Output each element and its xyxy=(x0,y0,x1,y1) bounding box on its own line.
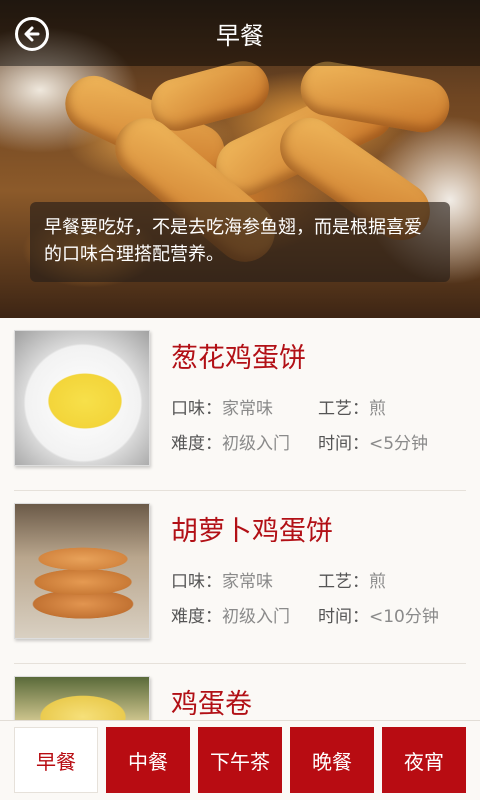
meal-tab-bar: 早餐 中餐 下午茶 晚餐 夜宵 xyxy=(0,720,480,800)
recipe-list[interactable]: 葱花鸡蛋饼 口味：家常味 工艺：煎 难度：初级入门 时间：<5分钟 胡萝卜鸡蛋饼… xyxy=(0,318,480,720)
recipe-thumbnail xyxy=(14,330,150,466)
difficulty-label: 难度： xyxy=(171,607,222,627)
recipe-thumbnail xyxy=(14,676,150,720)
time-value: <10分钟 xyxy=(369,607,439,627)
recipe-meta-row: 难度：初级入门 时间：<10分钟 xyxy=(171,602,439,627)
tab-lunch[interactable]: 中餐 xyxy=(106,727,190,793)
recipe-name: 鸡蛋卷 xyxy=(171,689,252,720)
taste-value: 家常味 xyxy=(222,399,273,419)
title-bar: 早餐 xyxy=(0,0,480,66)
recipe-name: 胡萝卜鸡蛋饼 xyxy=(171,516,333,547)
page-title: 早餐 xyxy=(216,22,264,50)
taste-value: 家常味 xyxy=(222,572,273,592)
recipe-item[interactable]: 胡萝卜鸡蛋饼 口味：家常味 工艺：煎 难度：初级入门 时间：<10分钟 xyxy=(14,491,466,664)
difficulty-value: 初级入门 xyxy=(222,607,290,627)
craft-label: 工艺： xyxy=(318,572,369,592)
recipe-meta-row: 口味：家常味 工艺：煎 xyxy=(171,567,386,592)
recipe-meta-row: 口味：家常味 工艺：煎 xyxy=(171,394,386,419)
difficulty-value: 初级入门 xyxy=(222,434,290,454)
craft-value: 煎 xyxy=(369,399,386,419)
time-label: 时间： xyxy=(318,434,369,454)
difficulty-label: 难度： xyxy=(171,434,222,454)
craft-value: 煎 xyxy=(369,572,386,592)
tab-late-night[interactable]: 夜宵 xyxy=(382,727,466,793)
recipe-item[interactable]: 葱花鸡蛋饼 口味：家常味 工艺：煎 难度：初级入门 时间：<5分钟 xyxy=(14,318,466,491)
taste-label: 口味： xyxy=(171,572,222,592)
tab-breakfast[interactable]: 早餐 xyxy=(14,727,98,793)
recipe-thumbnail xyxy=(14,503,150,639)
craft-label: 工艺： xyxy=(318,399,369,419)
time-value: <5分钟 xyxy=(369,434,429,454)
tab-dinner[interactable]: 晚餐 xyxy=(290,727,374,793)
tab-afternoon-tea[interactable]: 下午茶 xyxy=(198,727,282,793)
recipe-name: 葱花鸡蛋饼 xyxy=(171,343,306,374)
taste-label: 口味： xyxy=(171,399,222,419)
time-label: 时间： xyxy=(318,607,369,627)
recipe-item[interactable]: 鸡蛋卷 xyxy=(14,664,466,720)
hero-caption: 早餐要吃好，不是去吃海参鱼翅，而是根据喜爱的口味合理搭配营养。 xyxy=(30,202,450,282)
recipe-meta-row: 难度：初级入门 时间：<5分钟 xyxy=(171,429,428,454)
